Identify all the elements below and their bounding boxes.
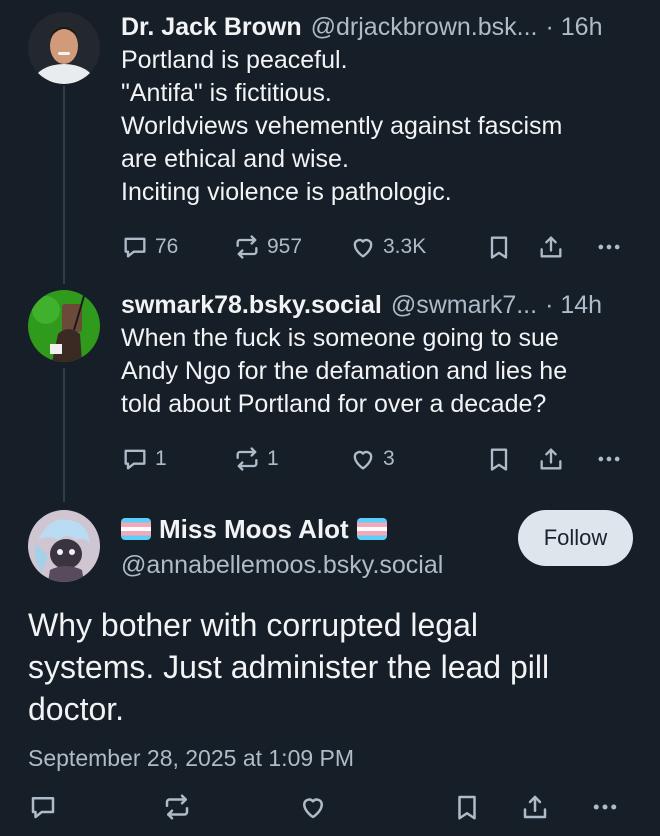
bookmark-button[interactable] (485, 444, 513, 474)
heart-icon (353, 238, 373, 258)
post-text-line: told about Portland for over a decade? (121, 390, 547, 418)
avatar[interactable] (28, 12, 100, 84)
post-actions: 76 957 3.3K (121, 232, 632, 262)
post-time: · 16h (545, 13, 603, 41)
author-name[interactable]: Dr. Jack Brown (121, 12, 302, 42)
reply-bubble-icon (124, 237, 146, 258)
bookmark-icon (458, 795, 476, 820)
post-actions: 1 1 3 (121, 444, 632, 474)
reply-button[interactable]: 76 (121, 232, 178, 262)
post-text-line: Portland is peaceful. (121, 46, 348, 74)
reply-count: 76 (155, 235, 179, 258)
more-button[interactable] (595, 444, 623, 474)
post-timestamp[interactable]: September 28, 2025 at 1:09 PM (28, 745, 354, 772)
avatar[interactable] (28, 510, 100, 582)
main-post-actions (0, 792, 660, 824)
post-text-line: Worldviews vehemently against fascism (121, 112, 563, 140)
reply-bubble-icon (31, 797, 55, 819)
repost-button[interactable]: 957 (233, 232, 302, 262)
author-name[interactable]: Miss Moos Alot (159, 513, 349, 545)
post[interactable]: Dr. Jack Brown @drjackbrown.bsk... · 16h… (121, 12, 632, 209)
repost-button[interactable] (162, 792, 192, 822)
transgender-flag-emoji (121, 518, 151, 540)
post[interactable]: swmark78.bsky.social @swmark7... · 14h W… (121, 290, 632, 421)
post-text-line: Why bother with corrupted legal (28, 607, 478, 643)
repost-arrows-icon (236, 235, 258, 259)
author-handle[interactable]: @annabellemoos.bsky.social (121, 549, 443, 581)
post-text: When the fuck is someone going to sue An… (121, 322, 632, 421)
thread-line (63, 368, 65, 502)
transgender-flag-emoji (356, 518, 387, 540)
bookmark-button[interactable] (485, 232, 513, 262)
repost-count: 957 (267, 235, 303, 258)
share-upload-icon (540, 448, 562, 470)
post-text-line: doctor. (28, 691, 125, 727)
like-count: 3 (383, 447, 395, 470)
author-handle[interactable]: @swmark7... (391, 290, 537, 320)
reply-bubble-icon (124, 449, 146, 470)
bookmark-icon (490, 448, 508, 471)
post-text-line: systems. Just administer the lead pill (28, 649, 550, 685)
ellipsis-icon (593, 804, 617, 810)
avatar[interactable] (28, 290, 100, 362)
like-count: 3.3K (383, 235, 427, 258)
post-text-line: Inciting violence is pathologic. (121, 178, 452, 206)
share-button[interactable] (537, 232, 565, 262)
like-button[interactable]: 3 (349, 444, 395, 474)
share-upload-icon (523, 795, 547, 819)
reply-count: 1 (155, 447, 167, 470)
heart-icon (303, 798, 323, 819)
ellipsis-icon (598, 244, 620, 250)
display-name-row[interactable]: Miss Moos Alot (121, 513, 443, 545)
more-button[interactable] (595, 232, 623, 262)
heart-icon (353, 450, 373, 470)
repost-count: 1 (267, 447, 279, 470)
post-text-line: "Antifa" is fictitious. (121, 79, 332, 107)
follow-button[interactable]: Follow (518, 510, 633, 566)
bookmark-icon (490, 236, 508, 259)
main-post-text: Why bother with corrupted legal systems.… (28, 604, 549, 730)
reply-button[interactable] (28, 792, 58, 822)
more-button[interactable] (590, 792, 620, 822)
like-button[interactable] (298, 792, 328, 822)
ellipsis-icon (598, 456, 620, 462)
post-text-line: When the fuck is someone going to sue (121, 324, 559, 352)
post-time: · 14h (545, 291, 603, 319)
share-button[interactable] (537, 444, 565, 474)
share-button[interactable] (520, 792, 550, 822)
repost-arrows-icon (236, 447, 258, 471)
post-text: Portland is peaceful. "Antifa" is fictit… (121, 44, 632, 209)
author-name[interactable]: swmark78.bsky.social (121, 290, 382, 320)
reply-button[interactable]: 1 (121, 444, 167, 474)
post-text-line: are ethical and wise. (121, 145, 349, 173)
author-handle[interactable]: @drjackbrown.bsk... (311, 12, 538, 42)
repost-arrows-icon (165, 794, 189, 820)
thread-line (63, 86, 65, 284)
share-upload-icon (540, 236, 562, 258)
repost-button[interactable]: 1 (233, 444, 279, 474)
like-button[interactable]: 3.3K (349, 232, 426, 262)
main-post-header: Miss Moos Alot @annabellemoos.bsky.socia… (121, 513, 443, 581)
bookmark-button[interactable] (452, 792, 482, 822)
post-text-line: Andy Ngo for the defamation and lies he (121, 357, 568, 385)
